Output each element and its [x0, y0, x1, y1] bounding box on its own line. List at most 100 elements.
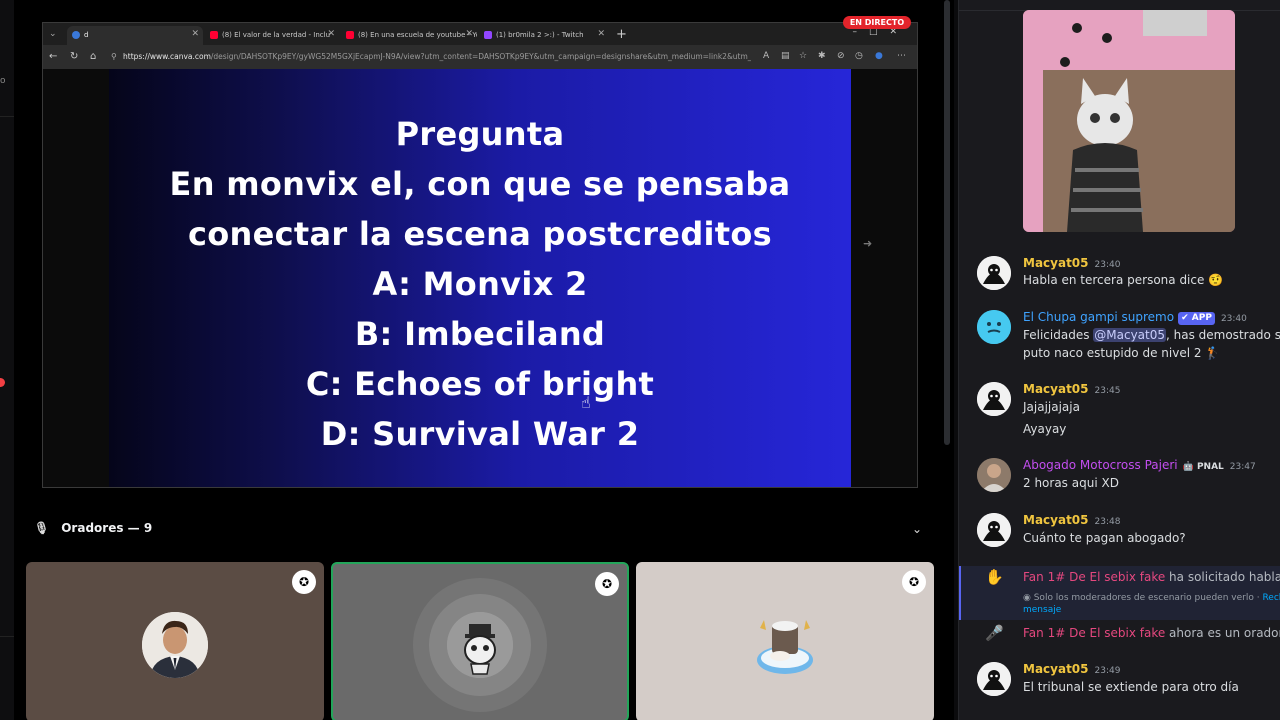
- cartoon-character-avatar-icon: [447, 612, 513, 678]
- author-name[interactable]: Macyat05: [1023, 662, 1089, 676]
- avatar: [142, 612, 208, 678]
- message-author[interactable]: Macyat05 23:45: [1023, 382, 1120, 396]
- author-name[interactable]: El Chupa gampi supremo: [1023, 310, 1174, 324]
- message-author[interactable]: Macyat05 23:48: [1023, 513, 1120, 527]
- browser-tab[interactable]: (8) El valor de la verdad - Inclu ✕: [205, 26, 339, 45]
- app-badge: ✔ APP: [1178, 312, 1215, 325]
- tab-close-icon[interactable]: ✕: [597, 29, 605, 39]
- message-time: 23:48: [1094, 517, 1121, 527]
- speaker-tile-active[interactable]: ✪: [331, 562, 629, 720]
- browser-tab[interactable]: (1) br0mila 2 >:) - Twitch ✕: [479, 26, 609, 45]
- user-avatar-icon[interactable]: [977, 382, 1011, 416]
- tab-label: (1) br0mila 2 >:) - Twitch: [496, 31, 584, 39]
- reload-icon[interactable]: ↻: [70, 51, 78, 62]
- shared-browser-window: ⌄ d ✕ (8) El valor de la verdad - Inclu …: [42, 22, 918, 488]
- tab-close-icon[interactable]: ✕: [327, 29, 335, 39]
- read-aloud-icon[interactable]: A: [763, 51, 769, 61]
- speakers-header: 🎙 Oradores — 9: [34, 521, 152, 541]
- slide-option-d: D: Survival War 2: [320, 415, 640, 453]
- system-username[interactable]: Fan 1# De El sebix fake: [1023, 626, 1165, 640]
- youtube-favicon-icon: [210, 31, 218, 39]
- author-name[interactable]: Macyat05: [1023, 513, 1089, 527]
- microphone-speaker-icon: 🎤: [985, 624, 1004, 642]
- profile-icon[interactable]: ●: [875, 51, 883, 61]
- tab-list-chevron-icon[interactable]: ⌄: [49, 29, 57, 39]
- user-avatar-icon[interactable]: [977, 513, 1011, 547]
- screen: o EN DIRECTO ⌄ d ✕ (8) El valor de la ve…: [0, 0, 1280, 720]
- twitch-favicon-icon: [484, 31, 492, 39]
- back-arrow-icon[interactable]: ←: [49, 51, 57, 62]
- address-toolbar: ← ↻ ⌂ ⚲ https://www.canva.com/design/DAH…: [43, 45, 917, 69]
- moderator-note-text: Solo los moderadores de escenario pueden…: [1033, 593, 1263, 603]
- new-tab-plus-icon[interactable]: +: [616, 27, 627, 42]
- author-name[interactable]: Macyat05: [1023, 382, 1089, 396]
- eye-icon: ◉: [1023, 593, 1034, 603]
- history-icon[interactable]: ◷: [855, 51, 863, 61]
- collapse-chevron-icon[interactable]: ⌄: [912, 522, 922, 536]
- message-author[interactable]: Macyat05 23:49: [1023, 662, 1120, 676]
- user-avatar-icon[interactable]: [977, 662, 1011, 696]
- rail-glyph: o: [0, 76, 6, 86]
- bot-avatar-icon[interactable]: [977, 310, 1011, 344]
- browser-tab[interactable]: d ✕: [67, 26, 203, 45]
- message-author[interactable]: El Chupa gampi supremo ✔ APP 23:40: [1023, 310, 1247, 325]
- message-text-part: Felicidades: [1023, 328, 1094, 342]
- message-text: puto naco estupido de nivel 2 🏌: [1023, 346, 1221, 360]
- cat-photo-attachment[interactable]: [1023, 10, 1235, 232]
- tab-label: (8) El valor de la verdad - Inclu: [222, 31, 331, 39]
- user-avatar-icon[interactable]: [977, 256, 1011, 290]
- site-info-icon: ⚲: [111, 52, 117, 61]
- slide-title: Pregunta: [395, 115, 565, 153]
- user-avatar-icon[interactable]: [977, 458, 1011, 492]
- chat-panel: Macyat05 23:40 Habla en tercera persona d…: [958, 0, 1280, 720]
- speaker-tile[interactable]: ✪: [26, 562, 324, 720]
- speaker-tile[interactable]: ✪: [636, 562, 934, 720]
- favorite-star-icon[interactable]: ☆: [799, 51, 807, 61]
- message-time: 23:40: [1094, 260, 1121, 270]
- quiz-slide: Pregunta En monvix el, con que se pensab…: [109, 69, 851, 487]
- slide-option-b: B: Imbeciland: [354, 315, 606, 353]
- system-text: Fan 1# De El sebix fake ahora es un orad…: [1023, 626, 1280, 640]
- message-text: El tribunal se extiende para otro día: [1023, 680, 1239, 694]
- slide-next-arrow-icon[interactable]: ➜: [863, 237, 872, 250]
- moderator-note: mensaje: [1023, 605, 1061, 615]
- message-text: Cuánto te pagan abogado?: [1023, 531, 1186, 545]
- author-name[interactable]: Macyat05: [1023, 256, 1089, 270]
- role-badge: 🤖 PNAL: [1182, 462, 1224, 472]
- slide-question-line: En monvix el, con que se pensaba: [169, 165, 791, 203]
- system-username[interactable]: Fan 1# De El sebix fake: [1023, 570, 1165, 584]
- slide-option-c: C: Echoes of bright: [305, 365, 655, 403]
- author-name[interactable]: Abogado Motocross Pajeri: [1023, 458, 1178, 472]
- user-mention[interactable]: @Macyat05: [1093, 328, 1166, 342]
- message-author[interactable]: Macyat05 23:40: [1023, 256, 1120, 270]
- url-field[interactable]: ⚲ https://www.canva.com/design/DAHSOTKp9…: [111, 50, 751, 64]
- reject-link-continued[interactable]: mensaje: [1023, 605, 1061, 615]
- message-author[interactable]: Abogado Motocross Pajeri 🤖 PNAL 23:47: [1023, 458, 1256, 472]
- tab-close-icon[interactable]: ✕: [191, 29, 199, 39]
- extensions-icon[interactable]: ✱: [818, 51, 826, 61]
- reject-link[interactable]: Recha: [1262, 593, 1280, 603]
- reader-icon[interactable]: ▤: [781, 51, 790, 61]
- home-icon[interactable]: ⌂: [90, 51, 96, 62]
- live-badge: EN DIRECTO: [843, 16, 911, 29]
- stage-scrollbar[interactable]: [944, 0, 950, 445]
- message-text: Ayayay: [1023, 422, 1067, 436]
- message-text: Habla en tercera persona dice 🤨: [1023, 273, 1224, 287]
- browser-tab[interactable]: (8) En una escuela de youtube - Yo ✕: [341, 26, 477, 45]
- microphone-icon: 🎙: [34, 521, 50, 535]
- more-menu-icon[interactable]: ⋯: [897, 51, 906, 61]
- speakers-count: Oradores — 9: [61, 521, 153, 535]
- message-text: 2 horas aqui XD: [1023, 476, 1119, 490]
- tab-close-icon[interactable]: ✕: [465, 29, 473, 39]
- message-time: 23:40: [1220, 314, 1247, 324]
- man-in-suit-avatar-icon: [142, 612, 208, 678]
- slide-option-a: A: Monvix 2: [372, 265, 588, 303]
- cat-hat-avatar-icon: [750, 612, 820, 682]
- tab-label: d: [84, 31, 89, 39]
- stop-icon[interactable]: ⊘: [837, 51, 845, 61]
- tab-label: (8) En una escuela de youtube - Yo: [358, 31, 477, 39]
- stage-moderator-icon: ✪: [902, 570, 926, 594]
- stage-moderator-icon: ✪: [292, 570, 316, 594]
- moderator-note: ◉ Solo los moderadores de escenario pued…: [1023, 593, 1280, 603]
- canva-favicon-icon: [72, 31, 80, 39]
